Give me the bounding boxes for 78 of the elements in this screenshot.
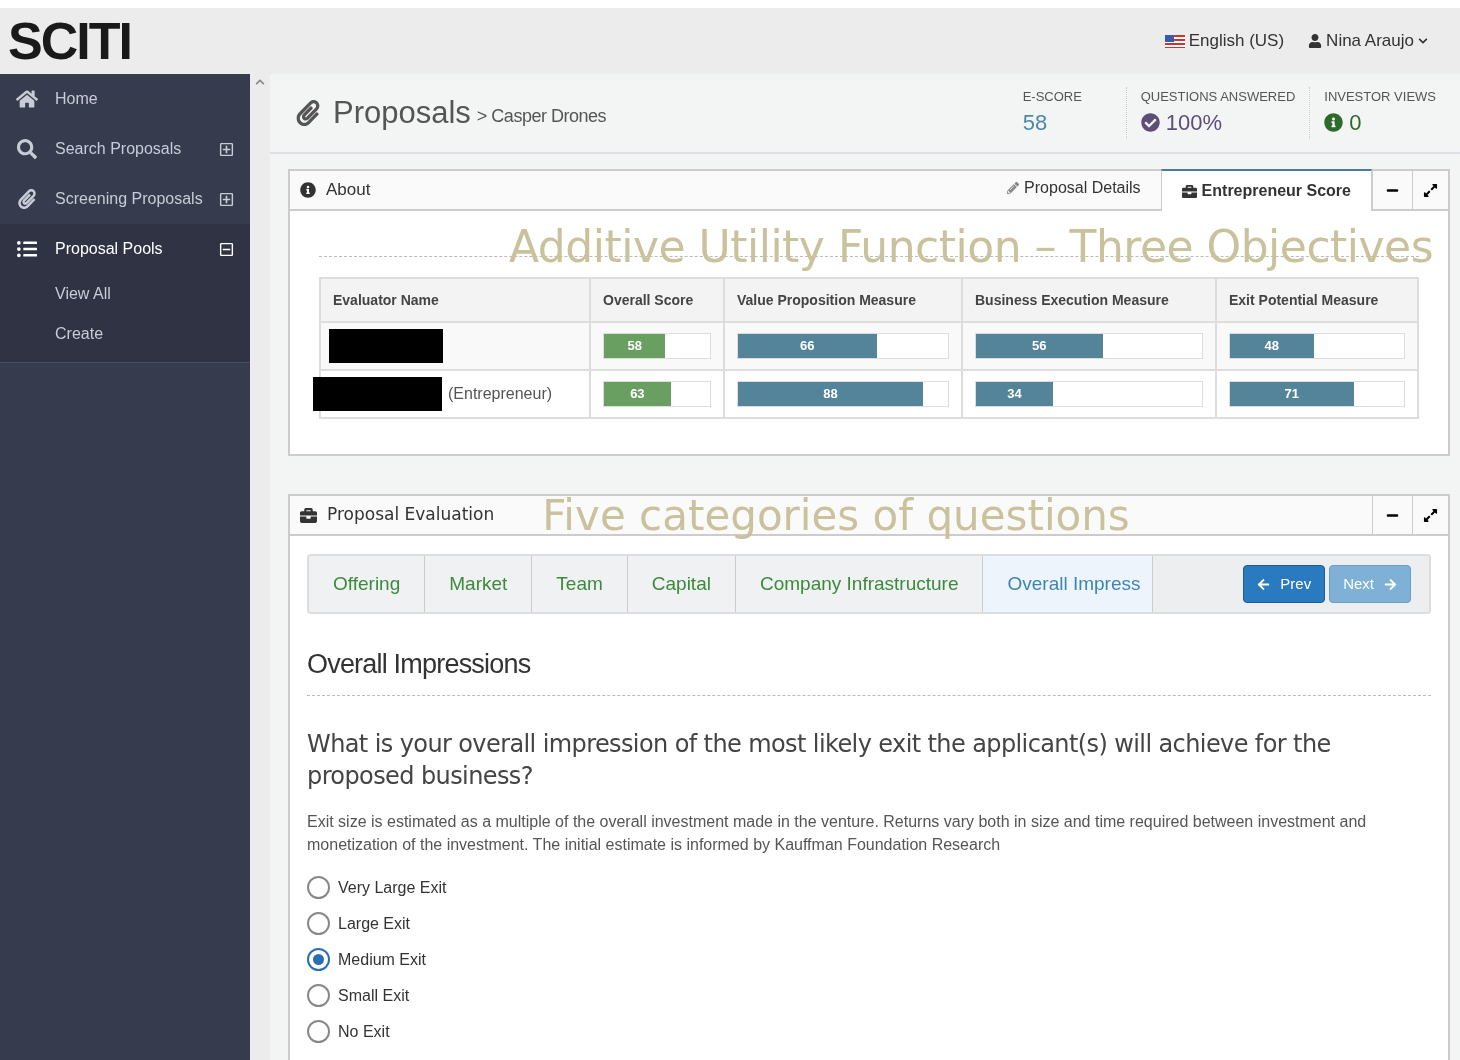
user-menu[interactable]: Nina Araujo (1308, 28, 1428, 54)
radio-option[interactable]: Very Large Exit (307, 869, 447, 906)
sidebar-subitem[interactable]: View All (0, 274, 250, 314)
user-icon (1308, 34, 1323, 48)
caret-icon (1418, 36, 1428, 46)
section-title: Overall Impressions (307, 644, 1431, 696)
logo[interactable]: SCITI (8, 15, 131, 67)
panel-tab[interactable]: Proposal Details (987, 167, 1161, 209)
expand-icon (1423, 507, 1438, 523)
paperclip-icon (295, 100, 321, 126)
score-value: 58 (627, 337, 642, 356)
page-title: Proposals (333, 93, 471, 132)
radio-button[interactable] (307, 984, 330, 1007)
column-header: Value Proposition Measure (724, 278, 962, 322)
score-value: 66 (800, 337, 815, 356)
expand-icon[interactable] (219, 191, 234, 207)
question-text: What is your overall impression of the most likely exit the applicant(s) will achieve for the proposed business? (307, 728, 1332, 792)
expand-icon (1423, 182, 1438, 198)
radio-button[interactable] (307, 1020, 330, 1043)
arrow-left-icon (1257, 577, 1271, 591)
breadcrumb: > Casper Drones (476, 104, 606, 128)
wizard-step[interactable]: Market (425, 556, 533, 612)
sidebar-item[interactable]: Proposal Pools (0, 224, 250, 274)
panel-title: About (326, 179, 371, 202)
arrow-right-icon (1384, 577, 1397, 591)
wizard-step[interactable]: Overall Impress (983, 556, 1154, 612)
score-value: 88 (823, 385, 838, 404)
column-header: Exit Potential Measure (1216, 278, 1418, 322)
scroll-up-icon (255, 77, 265, 87)
radio-button[interactable] (307, 876, 330, 899)
wizard-step[interactable]: Team (532, 556, 628, 612)
home-icon (16, 89, 38, 109)
collapse-icon[interactable] (219, 241, 234, 257)
expand-icon[interactable] (219, 141, 234, 157)
stat-value: 100% (1165, 109, 1222, 138)
language-selector[interactable]: English (US) (1164, 28, 1285, 54)
overlay-title: Five categories of questions (542, 495, 1130, 537)
sidebar-item[interactable]: Home (0, 74, 250, 124)
search-icon (16, 139, 38, 159)
pencil-icon (1007, 182, 1020, 194)
radio-option[interactable]: Large Exit (307, 905, 411, 942)
score-value: 48 (1264, 337, 1279, 356)
sidebar-item[interactable]: Screening Proposals (0, 174, 250, 224)
briefcase-icon (1181, 183, 1197, 199)
info-icon (1324, 113, 1344, 133)
column-header: Business Execution Measure (962, 278, 1216, 322)
panel-tab[interactable]: Entrepreneur Score (1160, 169, 1372, 211)
radio-button[interactable] (307, 948, 330, 971)
overlay-title: Additive Utility Function – Three Objectives (509, 225, 1434, 269)
info-icon (300, 182, 316, 198)
score-value: 34 (1007, 385, 1022, 404)
score-value: 71 (1284, 385, 1299, 404)
stat-label: QUESTIONS ANSWERED (1140, 87, 1296, 106)
column-header: Evaluator Name (320, 278, 590, 322)
help-text: Exit size is estimated as a multiple of the overall investment made in the venture. Returns vary both in size and time required between investment and monetization of the investment. The initial estimate is informed by Kauffman Foundation Research (307, 811, 1368, 855)
paperclip-icon (16, 189, 38, 209)
list-icon (16, 239, 38, 259)
stat-value: 0 (1349, 109, 1362, 138)
radio-option[interactable]: No Exit (307, 1013, 390, 1050)
briefcase-icon (300, 506, 317, 524)
radio-button[interactable] (307, 912, 330, 935)
flag-icon (1164, 34, 1185, 48)
wizard-step[interactable]: Capital (627, 556, 736, 612)
check-icon (1140, 113, 1160, 133)
score-value: 56 (1032, 337, 1047, 356)
wizard-step[interactable]: Offering (309, 556, 426, 612)
sidebar-item[interactable]: Search Proposals (0, 124, 250, 174)
wizard-step[interactable]: Company Infrastructure (735, 556, 984, 612)
stat-label: E-SCORE (1022, 87, 1083, 106)
prev-button[interactable]: Prev (1243, 565, 1326, 603)
panel-title: Proposal Evaluation (327, 503, 495, 527)
radio-option[interactable]: Medium Exit (307, 941, 427, 978)
radio-option[interactable]: Small Exit (307, 977, 410, 1014)
score-value: 63 (630, 385, 645, 404)
stat-value: 58 (1022, 109, 1048, 138)
stat-label: INVESTOR VIEWS (1324, 87, 1436, 106)
sidebar-subitem[interactable]: Create (0, 314, 250, 354)
evaluator-name: (Entrepreneur) (448, 384, 553, 404)
